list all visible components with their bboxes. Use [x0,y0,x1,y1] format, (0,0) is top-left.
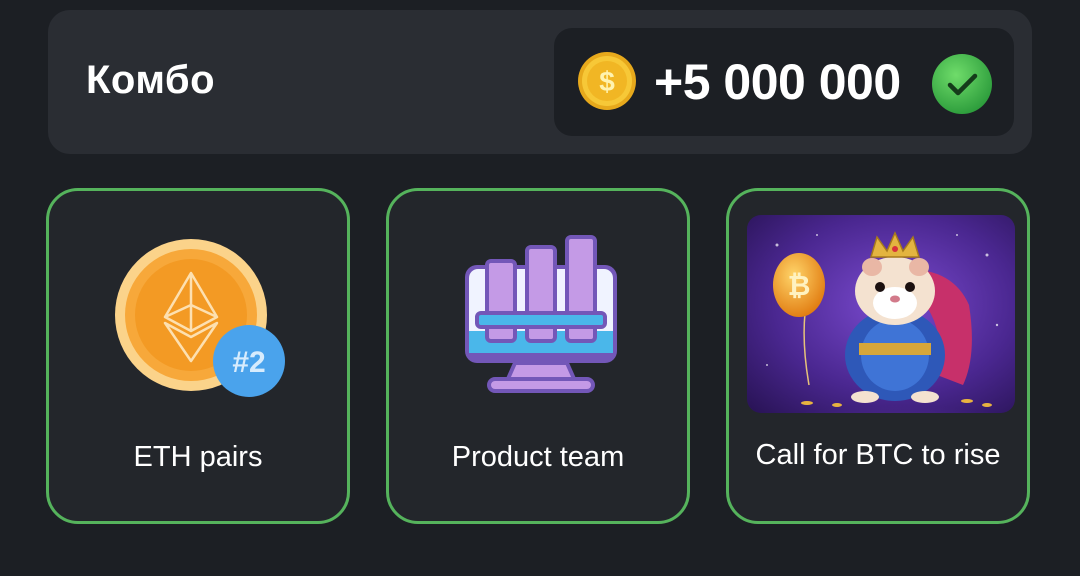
hamster-king-image: ₿ [747,215,1015,413]
combo-reward-value: +5 000 000 [654,54,901,110]
eth-badge-text: #2 [232,346,265,379]
combo-title: Комбо [86,58,216,102]
combo-card-label: Product team [451,441,625,473]
check-icon [932,54,992,114]
combo-card-label: Call for BTC to rise [755,439,1001,471]
svg-text:₿: ₿ [788,270,811,301]
svg-text:$: $ [599,66,615,97]
coin-icon: $ [578,52,636,110]
eth-coin-icon: #2 [115,239,285,397]
combo-card-label: ETH pairs [133,441,263,473]
combo-header: Комбо $ +5 000 000 [48,10,1032,154]
combo-card-product-team[interactable]: Product team [386,188,690,524]
combo-reward-pill: $ +5 000 000 [554,28,1014,136]
combo-card-eth-pairs[interactable]: #2 ETH pairs [46,188,350,524]
combo-card-call-btc[interactable]: ₿ Call for BTC to rise [726,188,1030,524]
bar-chart-monitor-icon [465,235,617,393]
